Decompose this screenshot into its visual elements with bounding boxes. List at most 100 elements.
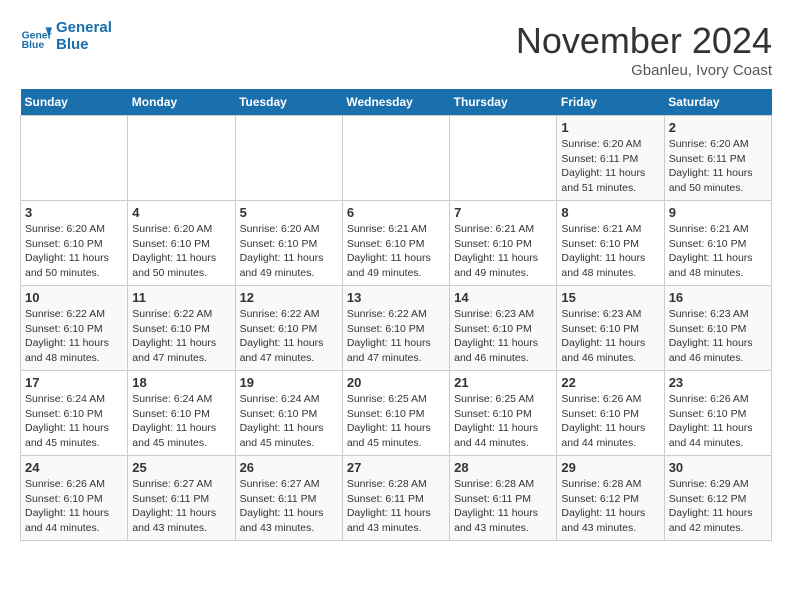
day-of-week-header: Sunday: [21, 89, 128, 116]
day-info: Sunrise: 6:29 AM Sunset: 6:12 PM Dayligh…: [669, 477, 767, 536]
day-info: Sunrise: 6:25 AM Sunset: 6:10 PM Dayligh…: [454, 392, 552, 451]
day-number: 22: [561, 375, 659, 390]
logo: General Blue General Blue: [20, 20, 112, 53]
day-number: 24: [25, 460, 123, 475]
logo-line2: Blue: [56, 37, 112, 54]
calendar-cell: [342, 116, 449, 201]
calendar-cell: [450, 116, 557, 201]
calendar-cell: 13Sunrise: 6:22 AM Sunset: 6:10 PM Dayli…: [342, 286, 449, 371]
calendar-cell: 14Sunrise: 6:23 AM Sunset: 6:10 PM Dayli…: [450, 286, 557, 371]
calendar-cell: 18 Sunrise: 6:24 AM Sunset: 6:10 PM Dayli…: [128, 371, 235, 456]
day-number: 20: [347, 375, 445, 390]
day-info: Sunrise: 6:22 AM Sunset: 6:10 PM Dayligh…: [240, 307, 338, 366]
day-info: Sunrise: 6:23 AM Sunset: 6:10 PM Dayligh…: [454, 307, 552, 366]
calendar-cell: 30 Sunrise: 6:29 AM Sunset: 6:12 PM Dayli…: [664, 456, 771, 541]
day-number: 18: [132, 375, 230, 390]
day-number: 27: [347, 460, 445, 475]
calendar-cell: 26 Sunrise: 6:27 AM Sunset: 6:11 PM Dayli…: [235, 456, 342, 541]
month-title: November 2024: [516, 20, 772, 62]
calendar-cell: 6 Sunrise: 6:21 AM Sunset: 6:10 PM Daylig…: [342, 201, 449, 286]
day-info: Sunrise: 6:26 AM Sunset: 6:10 PM Dayligh…: [669, 392, 767, 451]
calendar-cell: 23Sunrise: 6:26 AM Sunset: 6:10 PM Dayli…: [664, 371, 771, 456]
day-number: 16: [669, 290, 767, 305]
day-number: 4: [132, 205, 230, 220]
day-number: 1: [561, 120, 659, 135]
day-number: 8: [561, 205, 659, 220]
day-info: Sunrise: 6:24 AM Sunset: 6:10 PM Dayligh…: [25, 392, 123, 451]
calendar-header-row: SundayMondayTuesdayWednesdayThursdayFrid…: [21, 89, 772, 116]
calendar-cell: 15 Sunrise: 6:23 AM Sunset: 6:10 PM Dayli…: [557, 286, 664, 371]
calendar-cell: 2 Sunrise: 6:20 AM Sunset: 6:11 PM Daylig…: [664, 116, 771, 201]
page-header: General Blue General Blue November 2024 …: [20, 20, 772, 79]
calendar-cell: 3 Sunrise: 6:20 AM Sunset: 6:10 PM Daylig…: [21, 201, 128, 286]
title-block: November 2024 Gbanleu, Ivory Coast: [516, 20, 772, 79]
day-number: 25: [132, 460, 230, 475]
calendar-cell: 20 Sunrise: 6:25 AM Sunset: 6:10 PM Dayli…: [342, 371, 449, 456]
day-info: Sunrise: 6:28 AM Sunset: 6:12 PM Dayligh…: [561, 477, 659, 536]
day-number: 11: [132, 290, 230, 305]
day-info: Sunrise: 6:23 AM Sunset: 6:10 PM Dayligh…: [561, 307, 659, 366]
day-number: 10: [25, 290, 123, 305]
day-number: 21: [454, 375, 552, 390]
day-info: Sunrise: 6:26 AM Sunset: 6:10 PM Dayligh…: [25, 477, 123, 536]
calendar-cell: 27 Sunrise: 6:28 AM Sunset: 6:11 PM Dayli…: [342, 456, 449, 541]
day-info: Sunrise: 6:21 AM Sunset: 6:10 PM Dayligh…: [454, 222, 552, 281]
day-of-week-header: Saturday: [664, 89, 771, 116]
calendar-cell: 24 Sunrise: 6:26 AM Sunset: 6:10 PM Dayli…: [21, 456, 128, 541]
calendar-cell: 4 Sunrise: 6:20 AM Sunset: 6:10 PM Daylig…: [128, 201, 235, 286]
calendar-cell: [128, 116, 235, 201]
day-info: Sunrise: 6:28 AM Sunset: 6:11 PM Dayligh…: [347, 477, 445, 536]
calendar-week-row: 17 Sunrise: 6:24 AM Sunset: 6:10 PM Dayli…: [21, 371, 772, 456]
calendar-cell: [235, 116, 342, 201]
day-info: Sunrise: 6:22 AM Sunset: 6:10 PM Dayligh…: [132, 307, 230, 366]
day-number: 17: [25, 375, 123, 390]
day-number: 12: [240, 290, 338, 305]
day-number: 3: [25, 205, 123, 220]
calendar-cell: 16Sunrise: 6:23 AM Sunset: 6:10 PM Dayli…: [664, 286, 771, 371]
day-info: Sunrise: 6:28 AM Sunset: 6:11 PM Dayligh…: [454, 477, 552, 536]
day-info: Sunrise: 6:20 AM Sunset: 6:10 PM Dayligh…: [25, 222, 123, 281]
day-info: Sunrise: 6:20 AM Sunset: 6:11 PM Dayligh…: [561, 137, 659, 196]
day-of-week-header: Tuesday: [235, 89, 342, 116]
day-info: Sunrise: 6:27 AM Sunset: 6:11 PM Dayligh…: [240, 477, 338, 536]
day-number: 29: [561, 460, 659, 475]
day-info: Sunrise: 6:21 AM Sunset: 6:10 PM Dayligh…: [347, 222, 445, 281]
calendar-cell: 19Sunrise: 6:24 AM Sunset: 6:10 PM Dayli…: [235, 371, 342, 456]
day-number: 15: [561, 290, 659, 305]
day-of-week-header: Thursday: [450, 89, 557, 116]
calendar-cell: 8Sunrise: 6:21 AM Sunset: 6:10 PM Daylig…: [557, 201, 664, 286]
day-number: 19: [240, 375, 338, 390]
day-info: Sunrise: 6:20 AM Sunset: 6:11 PM Dayligh…: [669, 137, 767, 196]
day-number: 28: [454, 460, 552, 475]
calendar-cell: 9Sunrise: 6:21 AM Sunset: 6:10 PM Daylig…: [664, 201, 771, 286]
calendar-cell: 29 Sunrise: 6:28 AM Sunset: 6:12 PM Dayli…: [557, 456, 664, 541]
logo-icon: General Blue: [20, 21, 52, 53]
day-number: 13: [347, 290, 445, 305]
day-info: Sunrise: 6:25 AM Sunset: 6:10 PM Dayligh…: [347, 392, 445, 451]
day-number: 9: [669, 205, 767, 220]
day-info: Sunrise: 6:20 AM Sunset: 6:10 PM Dayligh…: [132, 222, 230, 281]
calendar-cell: 17 Sunrise: 6:24 AM Sunset: 6:10 PM Dayli…: [21, 371, 128, 456]
day-number: 30: [669, 460, 767, 475]
day-of-week-header: Monday: [128, 89, 235, 116]
logo-line1: General: [56, 20, 112, 37]
day-of-week-header: Wednesday: [342, 89, 449, 116]
calendar-cell: 22 Sunrise: 6:26 AM Sunset: 6:10 PM Dayli…: [557, 371, 664, 456]
day-number: 6: [347, 205, 445, 220]
day-number: 26: [240, 460, 338, 475]
day-info: Sunrise: 6:24 AM Sunset: 6:10 PM Dayligh…: [132, 392, 230, 451]
day-info: Sunrise: 6:20 AM Sunset: 6:10 PM Dayligh…: [240, 222, 338, 281]
calendar-cell: 28 Sunrise: 6:28 AM Sunset: 6:11 PM Dayli…: [450, 456, 557, 541]
day-info: Sunrise: 6:26 AM Sunset: 6:10 PM Dayligh…: [561, 392, 659, 451]
calendar-week-row: 24 Sunrise: 6:26 AM Sunset: 6:10 PM Dayli…: [21, 456, 772, 541]
calendar-table: SundayMondayTuesdayWednesdayThursdayFrid…: [20, 89, 772, 541]
calendar-cell: 12 Sunrise: 6:22 AM Sunset: 6:10 PM Dayli…: [235, 286, 342, 371]
day-info: Sunrise: 6:27 AM Sunset: 6:11 PM Dayligh…: [132, 477, 230, 536]
day-number: 2: [669, 120, 767, 135]
calendar-week-row: 10 Sunrise: 6:22 AM Sunset: 6:10 PM Dayli…: [21, 286, 772, 371]
day-of-week-header: Friday: [557, 89, 664, 116]
calendar-cell: 10 Sunrise: 6:22 AM Sunset: 6:10 PM Dayli…: [21, 286, 128, 371]
calendar-cell: 7Sunrise: 6:21 AM Sunset: 6:10 PM Daylig…: [450, 201, 557, 286]
day-number: 5: [240, 205, 338, 220]
day-info: Sunrise: 6:22 AM Sunset: 6:10 PM Dayligh…: [25, 307, 123, 366]
